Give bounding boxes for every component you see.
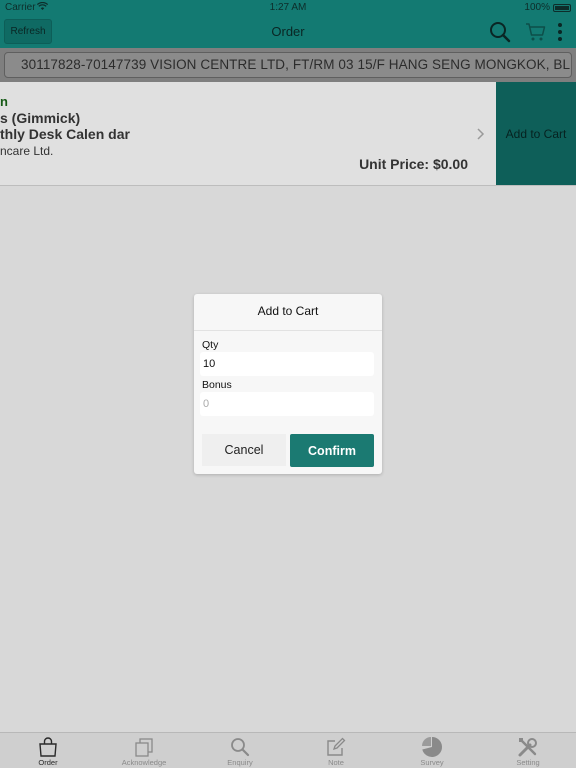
copy-icon [135,738,153,757]
more-vertical-icon[interactable] [550,20,570,44]
cart-icon[interactable] [524,20,548,44]
tools-icon [518,738,537,757]
tab-acknowledge[interactable]: Acknowledge [96,733,192,768]
battery-percent: 100% [524,2,550,13]
confirm-button[interactable]: Confirm [290,434,374,467]
battery-icon [553,4,571,12]
search-icon [231,738,250,757]
shopping-bag-icon [39,737,57,757]
tab-label: Order [38,758,58,767]
tab-survey[interactable]: Survey [384,733,480,768]
bonus-label: Bonus [202,379,232,391]
nav-bar: Refresh Order [0,16,576,48]
add-to-cart-dialog: Add to Cart Qty Bonus Cancel Confirm [194,294,382,474]
product-name: thly Desk Calen dar [0,126,130,142]
product-row[interactable]: n s (Gimmick) thly Desk Calen dar ncare … [0,82,576,186]
pie-chart-icon [422,737,442,757]
qty-label: Qty [202,339,219,351]
tab-enquiry[interactable]: Enquiry [192,733,288,768]
product-category: s (Gimmick) [0,110,81,126]
customer-bar: 30117828-70147739 VISION CENTRE LTD, FT/… [0,48,576,82]
cancel-button[interactable]: Cancel [202,434,286,466]
qty-input[interactable] [200,352,374,376]
tab-bar: Order Acknowledge Enquiry Note Survey Se… [0,732,576,768]
customer-selector[interactable]: 30117828-70147739 VISION CENTRE LTD, FT/… [4,52,572,78]
dialog-title: Add to Cart [257,304,319,318]
tab-setting[interactable]: Setting [480,733,576,768]
bonus-input[interactable] [200,392,374,416]
chevron-right-icon[interactable] [474,126,486,142]
search-icon[interactable] [488,20,512,44]
unit-price: Unit Price: $0.00 [359,156,468,172]
tab-label: Setting [516,758,540,767]
refresh-button[interactable]: Refresh [4,19,52,44]
add-to-cart-button[interactable]: Add to Cart [496,82,576,185]
tab-label: Survey [420,758,444,767]
product-code: n [0,94,8,109]
tab-label: Acknowledge [121,758,167,767]
tab-note[interactable]: Note [288,733,384,768]
status-time: 1:27 AM [269,2,307,13]
dialog-divider [194,330,382,331]
tab-label: Note [328,758,344,767]
edit-icon [327,737,346,756]
status-bar: Carrier 1:27 AM 100% [0,0,576,16]
tab-label: Enquiry [227,758,253,767]
product-supplier: ncare Ltd. [0,144,54,158]
tab-order[interactable]: Order [0,733,96,768]
